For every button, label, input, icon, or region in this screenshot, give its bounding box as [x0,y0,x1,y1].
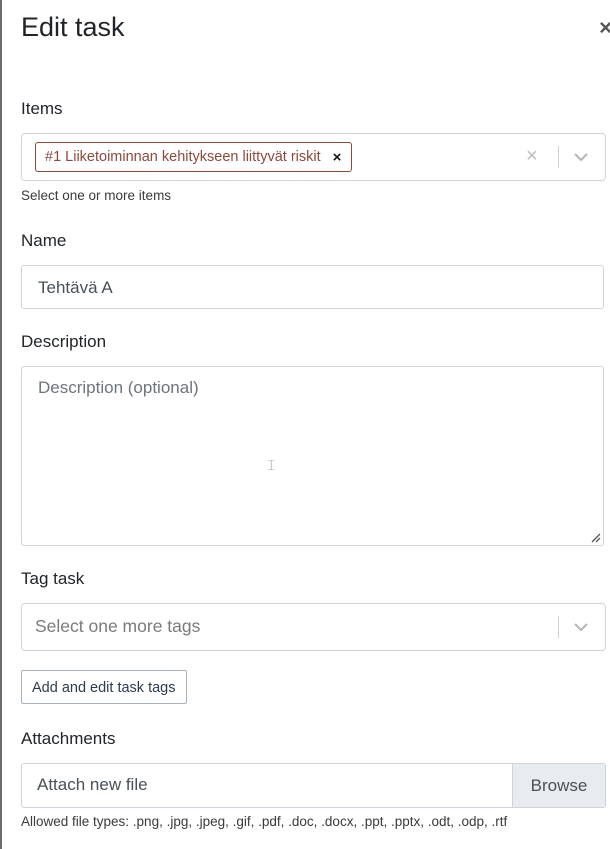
tags-select[interactable]: Select one more tags [21,603,606,651]
select-separator [558,146,559,168]
description-placeholder: Description (optional) [38,378,199,397]
name-label: Name [21,231,67,250]
dialog-title: Edit task [21,12,125,42]
item-chip-label: #1 Liiketoiminnan kehitykseen liittyvät … [45,149,321,165]
text-cursor-icon: 𝙸 [266,457,277,474]
allowed-file-types: Allowed file types: .png, .jpg, .jpeg, .… [21,814,508,829]
description-textarea[interactable]: Description (optional) 𝙸 [21,366,604,546]
attach-file-input[interactable]: Attach new file Browse [21,763,606,808]
attach-file-placeholder: Attach new file [37,775,148,794]
chevron-down-icon[interactable] [572,148,590,166]
name-input[interactable]: Tehtävä A [21,265,604,309]
chip-remove-icon[interactable]: × [333,149,342,166]
name-value: Tehtävä A [38,278,113,297]
attachments-label: Attachments [21,729,116,748]
items-label: Items [21,99,63,118]
add-edit-tags-button[interactable]: Add and edit task tags [21,670,187,704]
clear-icon[interactable]: × [526,145,538,168]
left-edge-divider [0,0,2,849]
close-icon[interactable]: × [599,15,610,41]
dialog-header: Edit task × [21,12,610,48]
tags-placeholder: Select one more tags [35,616,201,636]
items-help-text: Select one or more items [21,188,172,203]
description-label: Description [21,332,107,351]
tag-task-label: Tag task [21,569,85,588]
resize-handle-icon[interactable] [589,531,601,543]
items-select[interactable]: #1 Liiketoiminnan kehitykseen liittyvät … [21,133,606,181]
select-separator [558,616,559,638]
chevron-down-icon[interactable] [572,618,590,636]
item-chip: #1 Liiketoiminnan kehitykseen liittyvät … [35,142,353,172]
browse-button[interactable]: Browse [512,764,605,807]
